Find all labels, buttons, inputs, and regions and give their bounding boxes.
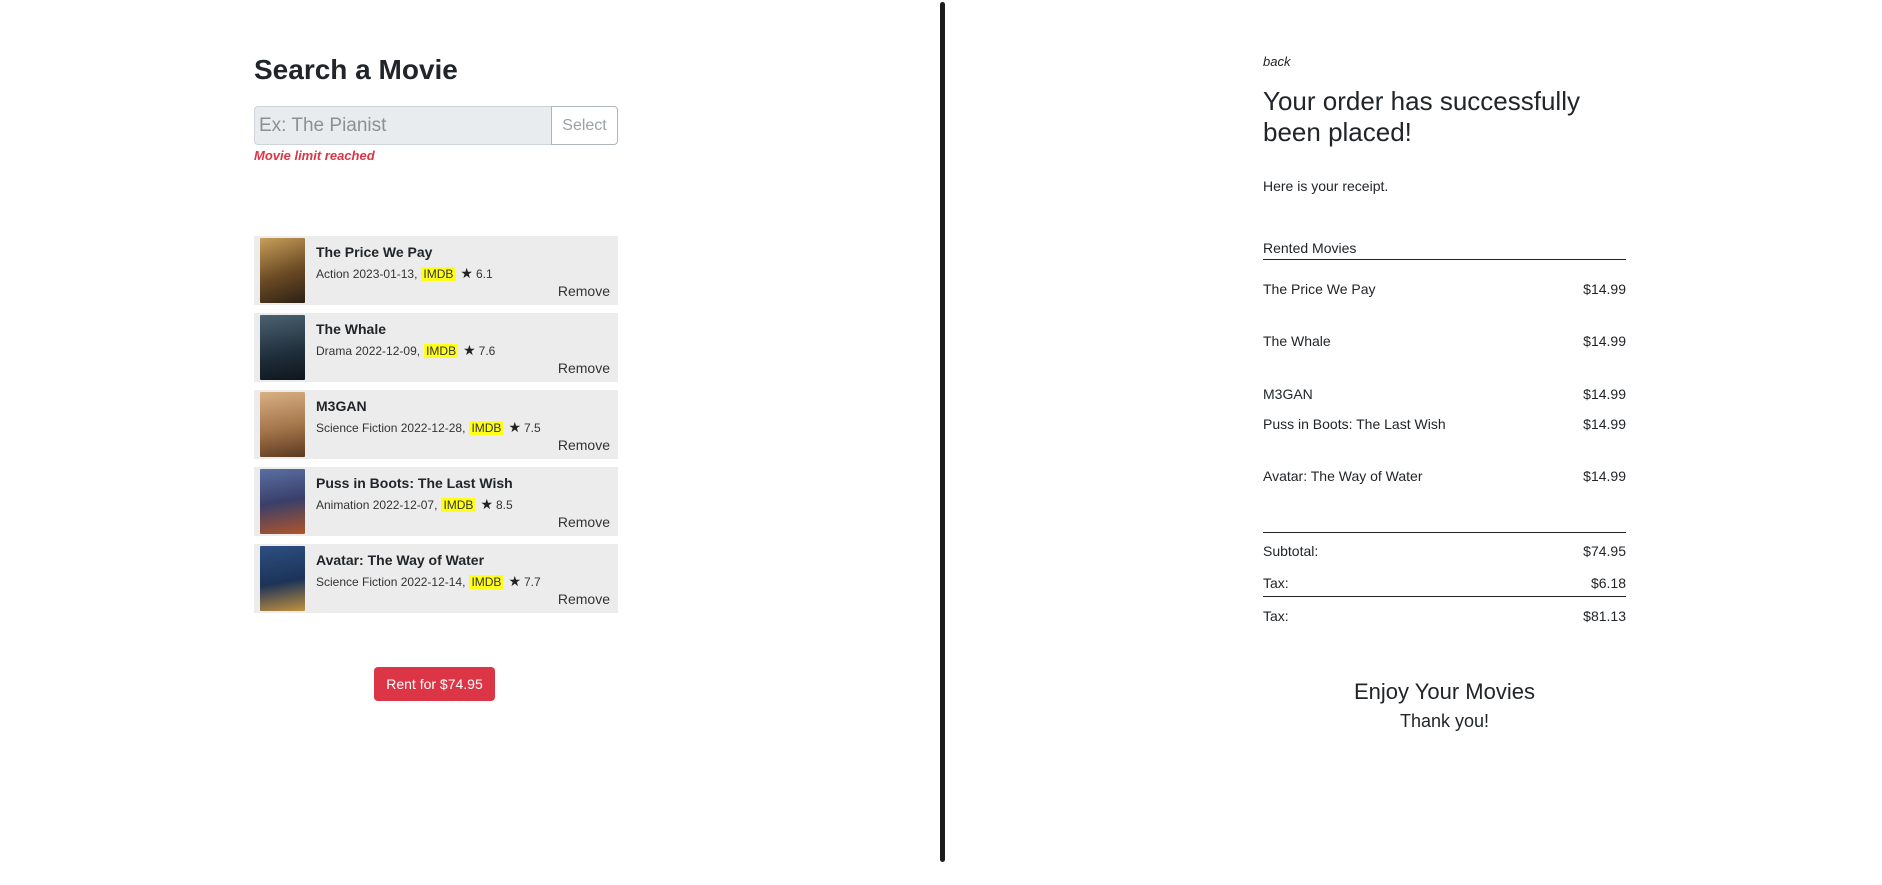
movie-genre: Science Fiction	[316, 420, 398, 435]
movie-genre: Drama	[316, 343, 353, 358]
movie-card: The Whale Drama 2022-12-09, IMDB ★ 7.6 R…	[254, 313, 618, 382]
remove-button[interactable]: Remove	[558, 360, 610, 376]
subtotal-value: $74.95	[1583, 543, 1626, 559]
movie-genre: Action	[316, 266, 350, 281]
star-icon: ★	[463, 342, 476, 358]
receipt-item: Puss in Boots: The Last Wish $14.99	[1263, 416, 1626, 432]
movie-limit-message: Movie limit reached	[254, 148, 375, 163]
movie-meta: Action 2023-01-13, IMDB ★ 6.1	[316, 265, 493, 282]
search-input[interactable]	[254, 106, 551, 145]
movie-genre: Science Fiction	[316, 574, 398, 589]
movie-meta: Science Fiction 2022-12-28, IMDB ★ 7.5	[316, 419, 541, 436]
movie-poster	[260, 315, 305, 380]
receipt-intro: Here is your receipt.	[1263, 178, 1389, 194]
star-icon: ★	[508, 573, 521, 589]
movie-rating: 7.7	[524, 574, 541, 589]
star-icon: ★	[508, 419, 521, 435]
select-button[interactable]: Select	[551, 106, 618, 145]
imdb-link[interactable]: IMDB	[424, 343, 459, 358]
receipt-item-name: Avatar: The Way of Water	[1263, 468, 1423, 484]
remove-button[interactable]: Remove	[558, 514, 610, 530]
movie-title: Puss in Boots: The Last Wish	[316, 475, 513, 491]
remove-button[interactable]: Remove	[558, 437, 610, 453]
imdb-link[interactable]: IMDB	[469, 574, 504, 589]
movie-rating: 6.1	[475, 266, 493, 281]
receipt-item: The Whale $14.99	[1263, 333, 1626, 349]
subtotal-label: Subtotal:	[1263, 543, 1319, 559]
receipt-item: M3GAN $14.99	[1263, 386, 1626, 402]
receipt-item-name: The Whale	[1263, 333, 1331, 349]
movie-poster	[260, 392, 305, 457]
page: Search a Movie Select Movie limit reache…	[0, 0, 1882, 885]
movie-poster	[260, 469, 305, 534]
tax-label: Tax:	[1263, 575, 1289, 591]
movie-poster	[260, 238, 305, 303]
movie-date: 2023-01-13,	[352, 266, 418, 281]
movie-date: 2022-12-07,	[372, 497, 438, 512]
receipt-item-name: Puss in Boots: The Last Wish	[1263, 416, 1446, 432]
movie-meta: Science Fiction 2022-12-14, IMDB ★ 7.7	[316, 573, 541, 590]
movie-card: Puss in Boots: The Last Wish Animation 2…	[254, 467, 618, 536]
rented-movies-header: Rented Movies	[1263, 240, 1626, 260]
movie-title: M3GAN	[316, 398, 367, 414]
movie-rating: 7.5	[524, 420, 541, 435]
total-label: Tax:	[1263, 608, 1289, 624]
movie-rating: 7.6	[478, 343, 496, 358]
movie-title: The Price We Pay	[316, 244, 433, 260]
movie-genre: Animation	[316, 497, 370, 512]
movie-meta: Animation 2022-12-07, IMDB ★ 8.5	[316, 496, 513, 513]
rent-button[interactable]: Rent for $74.95	[374, 667, 495, 701]
movie-rating: 8.5	[496, 497, 513, 512]
movie-card: M3GAN Science Fiction 2022-12-28, IMDB ★…	[254, 390, 618, 459]
receipt-item: The Price We Pay $14.99	[1263, 281, 1626, 297]
order-confirmation-title: Your order has successfully been placed!	[1263, 86, 1580, 147]
receipt-item: Avatar: The Way of Water $14.99	[1263, 468, 1626, 484]
total-divider	[1263, 596, 1626, 597]
movie-date: 2022-12-14,	[400, 574, 466, 589]
imdb-link[interactable]: IMDB	[441, 497, 476, 512]
total-row: Tax: $81.13	[1263, 608, 1626, 624]
imdb-link[interactable]: IMDB	[421, 266, 456, 281]
movie-title: Avatar: The Way of Water	[316, 552, 485, 568]
imdb-link[interactable]: IMDB	[469, 420, 504, 435]
movie-title: The Whale	[316, 321, 387, 337]
tax-value: $6.18	[1590, 575, 1626, 591]
receipt-item-price: $14.99	[1583, 416, 1626, 432]
star-icon: ★	[480, 496, 493, 512]
search-group: Select	[254, 106, 618, 145]
remove-button[interactable]: Remove	[558, 283, 610, 299]
selected-movie-list: The Price We Pay Action 2023-01-13, IMDB…	[254, 236, 618, 621]
movie-meta: Drama 2022-12-09, IMDB ★ 7.6	[316, 342, 495, 359]
receipt-item-name: The Price We Pay	[1263, 281, 1376, 297]
movie-date: 2022-12-09,	[355, 343, 421, 358]
search-title: Search a Movie	[254, 54, 458, 85]
receipt-item-price: $14.99	[1583, 281, 1626, 297]
receipt-item-price: $14.99	[1583, 468, 1626, 484]
back-link[interactable]: back	[1263, 54, 1290, 69]
enjoy-message: Enjoy Your Movies	[1354, 679, 1535, 704]
receipt-item-price: $14.99	[1583, 333, 1626, 349]
totals-divider	[1263, 532, 1626, 533]
receipt-item-price: $14.99	[1583, 386, 1626, 402]
star-icon: ★	[460, 265, 473, 281]
total-value: $81.13	[1583, 608, 1626, 624]
receipt-item-name: M3GAN	[1263, 386, 1313, 402]
movie-date: 2022-12-28,	[400, 420, 466, 435]
movie-card: The Price We Pay Action 2023-01-13, IMDB…	[254, 236, 618, 305]
panel-divider	[940, 2, 945, 862]
subtotal-row: Subtotal: $74.95	[1263, 543, 1626, 559]
movie-poster	[260, 546, 305, 611]
thank-you-message: Thank you!	[1399, 711, 1490, 731]
movie-card: Avatar: The Way of Water Science Fiction…	[254, 544, 618, 613]
tax-row: Tax: $6.18	[1263, 575, 1626, 591]
remove-button[interactable]: Remove	[558, 591, 610, 607]
